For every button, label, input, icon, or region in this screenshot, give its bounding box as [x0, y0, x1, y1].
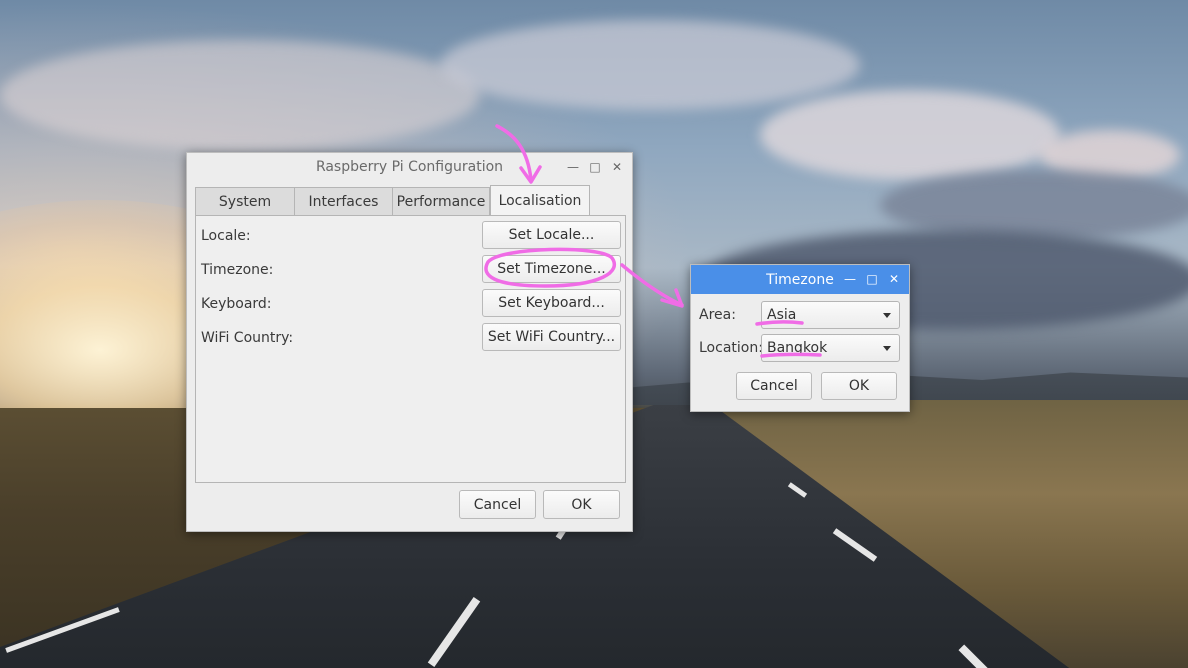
cloud: [440, 20, 860, 110]
localisation-panel: Locale: Set Locale... Timezone: Set Time…: [195, 215, 626, 483]
close-icon[interactable]: ✕: [610, 160, 624, 174]
minimize-icon[interactable]: —: [843, 272, 857, 286]
config-titlebar[interactable]: Raspberry Pi Configuration — □ ✕: [187, 153, 632, 181]
tab-performance[interactable]: Performance: [392, 187, 490, 215]
area-label: Area:: [699, 307, 736, 323]
minimize-icon[interactable]: —: [566, 160, 580, 174]
dialog-title: Timezone: [766, 271, 834, 288]
area-select[interactable]: Asia: [761, 301, 900, 329]
config-window: Raspberry Pi Configuration — □ ✕ System …: [186, 152, 633, 532]
set-keyboard-button[interactable]: Set Keyboard...: [482, 289, 621, 317]
cloud: [0, 40, 480, 150]
window-controls: — □ ✕: [566, 153, 624, 181]
window-controls: — □ ✕: [843, 265, 901, 293]
location-select[interactable]: Bangkok: [761, 334, 900, 362]
tab-system[interactable]: System: [195, 187, 295, 215]
locale-label: Locale:: [201, 228, 251, 244]
keyboard-label: Keyboard:: [201, 296, 272, 312]
cloud: [760, 90, 1060, 180]
maximize-icon[interactable]: □: [588, 160, 602, 174]
set-locale-button[interactable]: Set Locale...: [482, 221, 621, 249]
chevron-down-icon: [883, 313, 891, 318]
close-icon[interactable]: ✕: [887, 272, 901, 286]
ok-button[interactable]: OK: [543, 490, 620, 519]
window-title: Raspberry Pi Configuration: [315, 159, 504, 175]
timezone-titlebar[interactable]: Timezone — □ ✕: [691, 265, 909, 294]
tab-interfaces[interactable]: Interfaces: [294, 187, 393, 215]
chevron-down-icon: [883, 346, 891, 351]
timezone-dialog: Timezone — □ ✕ Area: Asia Location: Bang…: [690, 264, 910, 412]
set-timezone-button[interactable]: Set Timezone...: [482, 255, 621, 283]
tab-localisation[interactable]: Localisation: [490, 185, 590, 215]
set-wifi-country-button[interactable]: Set WiFi Country...: [482, 323, 621, 351]
wifi-country-label: WiFi Country:: [201, 330, 294, 346]
tz-ok-button[interactable]: OK: [821, 372, 897, 400]
timezone-label: Timezone:: [201, 262, 274, 278]
area-value: Asia: [767, 307, 797, 323]
maximize-icon[interactable]: □: [865, 272, 879, 286]
tz-cancel-button[interactable]: Cancel: [736, 372, 812, 400]
cancel-button[interactable]: Cancel: [459, 490, 536, 519]
location-value: Bangkok: [767, 340, 828, 356]
location-label: Location:: [699, 340, 763, 356]
